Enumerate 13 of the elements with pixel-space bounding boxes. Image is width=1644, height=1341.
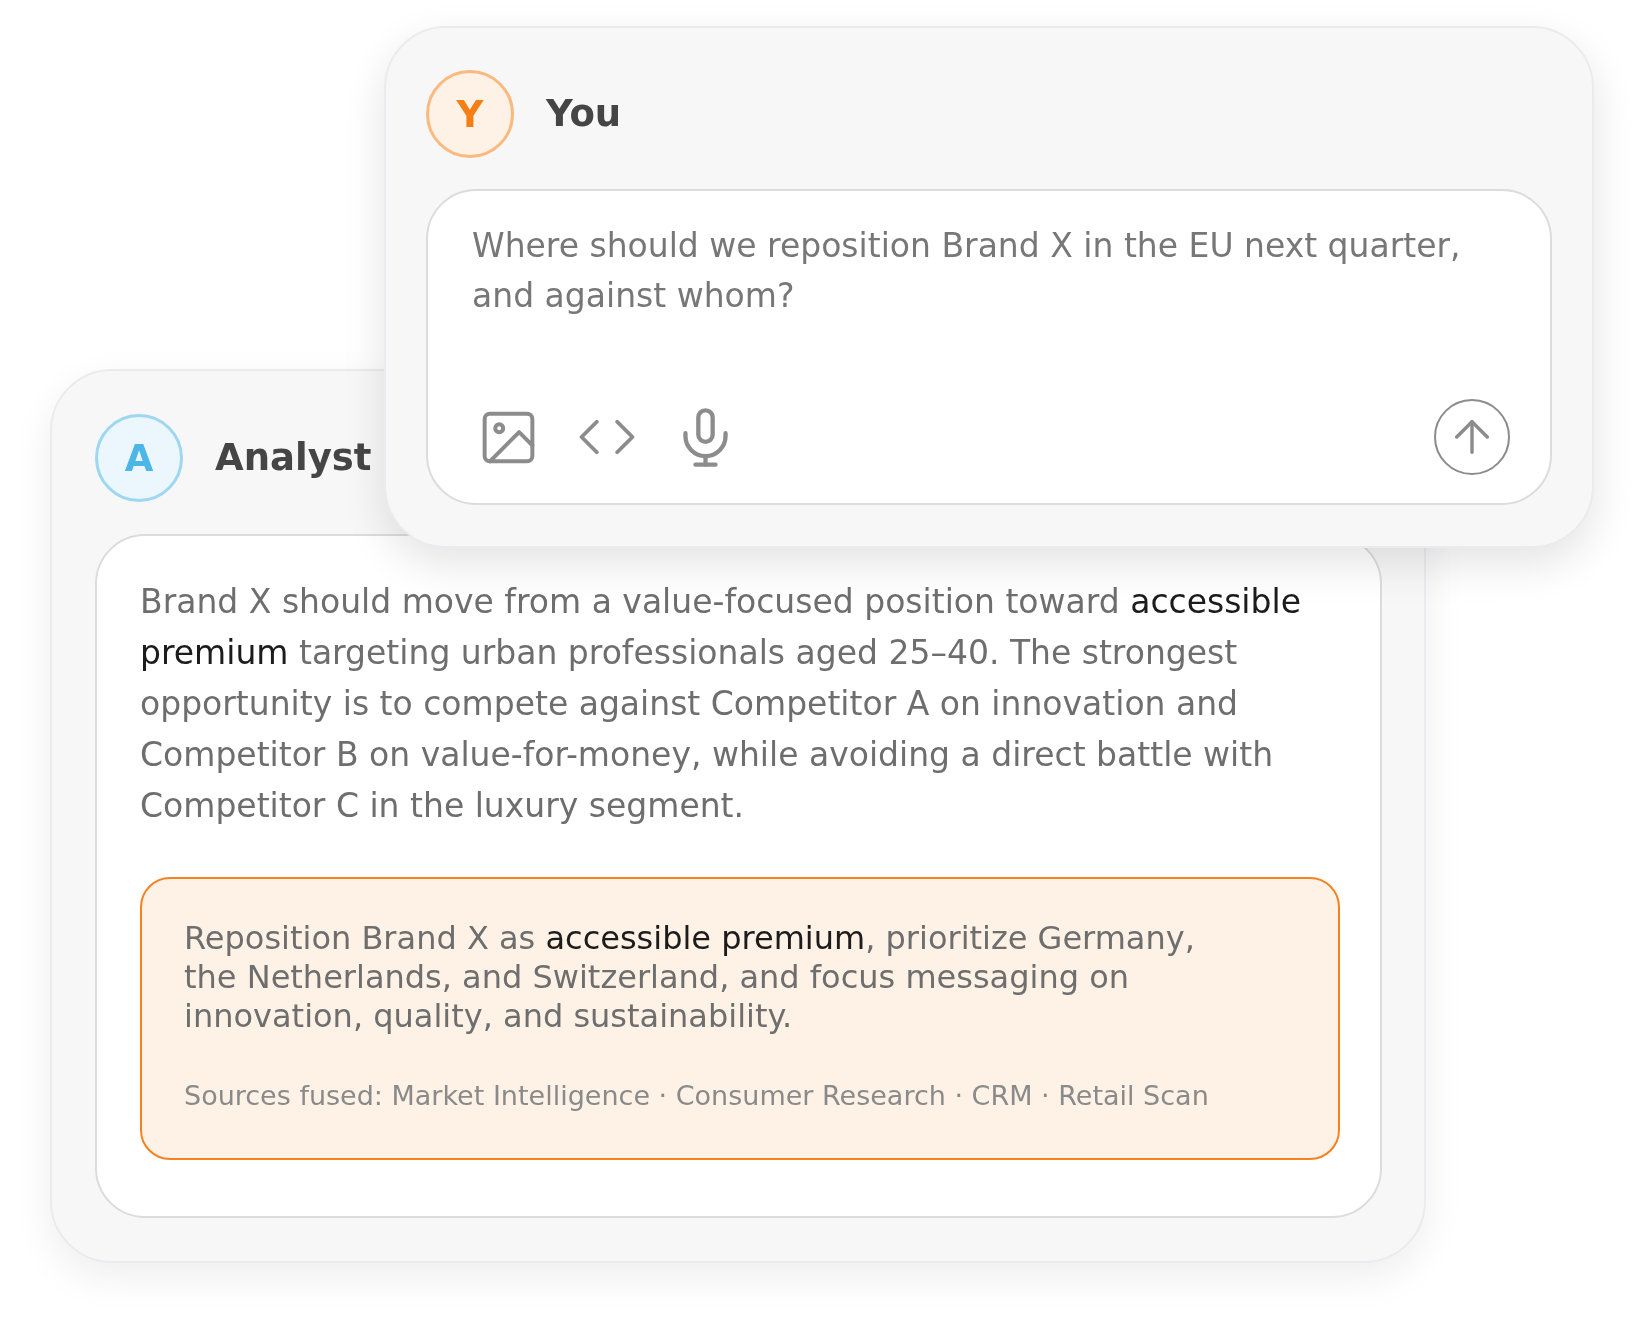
composer-field[interactable]: Where should we reposition Brand X in the EU next quarter, and against whom? <box>426 189 1552 505</box>
author-name: You <box>546 91 622 137</box>
author-name: Analyst <box>215 435 372 481</box>
avatar: Y <box>426 70 514 158</box>
sources-note: Sources fused: Market Intelligence · Consumer Research · CRM · Retail Scan <box>184 1079 1210 1113</box>
image-icon[interactable] <box>482 410 535 464</box>
response-text: Brand X should move from a value-focused position toward accessible premium targeting urban professionals aged 25–40. The strongest opportunity is to compete against Competitor A on innovation and Competitor B on value-for-money, while avoiding a direct battle with Competitor C in the luxury segment. <box>140 581 1302 827</box>
message-text: Where should we reposition Brand X in the EU next quarter, and against whom? <box>472 225 1462 317</box>
summary-text: Reposition Brand X as accessible premium, prioritize Germany, the Netherlands, and Switzerland, and focus messaging on innovation, quality, and sustainability. <box>184 919 1196 1036</box>
avatar: A <box>95 414 183 502</box>
microphone-icon[interactable] <box>683 407 728 467</box>
send-button[interactable] <box>1434 399 1510 475</box>
code-icon[interactable] <box>579 419 635 455</box>
